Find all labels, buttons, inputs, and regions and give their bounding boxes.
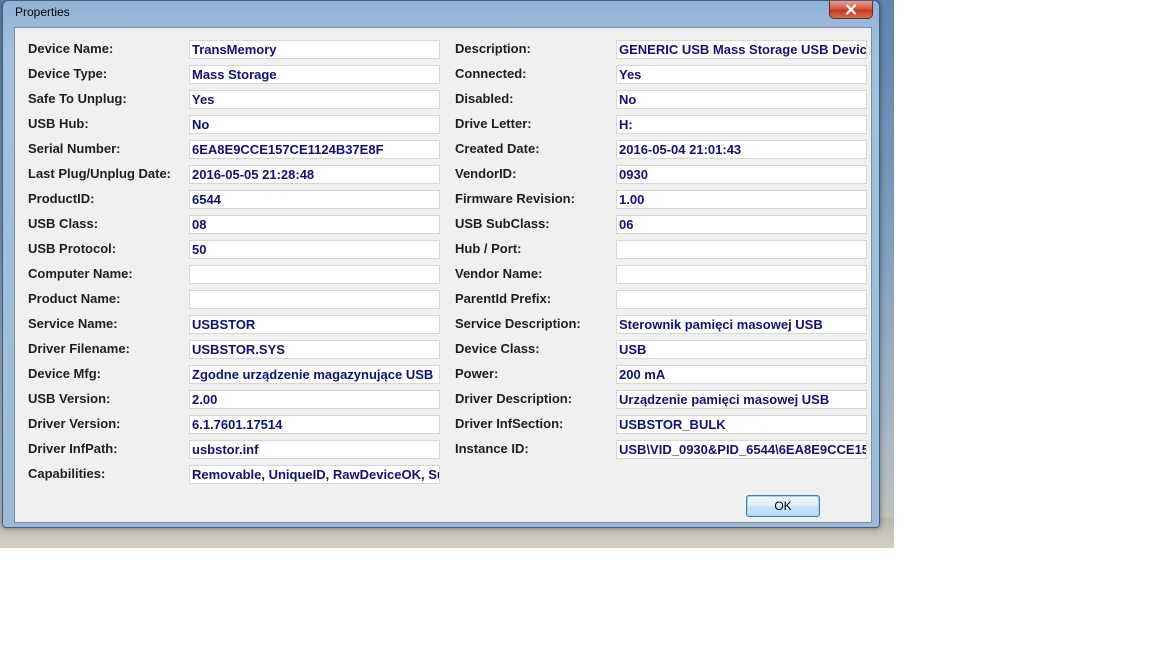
productid-label: ProductID:: [28, 191, 95, 206]
usb-protocol-label: USB Protocol:: [28, 241, 117, 256]
ok-button[interactable]: OK: [746, 495, 820, 517]
device-name-field[interactable]: TransMemory: [189, 40, 440, 59]
instance-id-label: Instance ID:: [455, 441, 529, 456]
safe-to-unplug-label: Safe To Unplug:: [28, 91, 127, 106]
description-field[interactable]: GENERIC USB Mass Storage USB Device: [616, 40, 867, 59]
drive-letter-label: Drive Letter:: [455, 116, 532, 131]
close-button[interactable]: [829, 1, 873, 19]
driver-filename-field[interactable]: USBSTOR.SYS: [189, 340, 440, 359]
device-mfg-field[interactable]: Zgodne urządzenie magazynujące USB: [189, 365, 440, 384]
device-type-label: Device Type:: [28, 66, 108, 81]
computer-name-label: Computer Name:: [28, 266, 133, 281]
driver-description-label: Driver Description:: [455, 391, 573, 406]
driver-infsection-field[interactable]: USBSTOR_BULK: [616, 415, 867, 434]
device-class-label: Device Class:: [455, 341, 540, 356]
driver-infpath-label: Driver InfPath:: [28, 441, 118, 456]
usb-subclass-label: USB SubClass:: [455, 216, 550, 231]
vendorid-field[interactable]: 0930: [616, 165, 867, 184]
device-name-label: Device Name:: [28, 41, 114, 56]
safe-to-unplug-field[interactable]: Yes: [189, 90, 440, 109]
last-plug-unplug-date-field[interactable]: 2016-05-05 21:28:48: [189, 165, 440, 184]
product-name-field[interactable]: [189, 290, 440, 309]
screen: Properties OK Device Name: TransMemory Dev…: [0, 0, 1152, 648]
device-type-field[interactable]: Mass Storage: [189, 65, 440, 84]
driver-version-field[interactable]: 6.1.7601.17514: [189, 415, 440, 434]
service-description-field[interactable]: Sterownik pamięci masowej USB: [616, 315, 867, 334]
serial-number-field[interactable]: 6EA8E9CCE157CE1124B37E8F: [189, 140, 440, 159]
driver-version-label: Driver Version:: [28, 416, 121, 431]
driver-infsection-label: Driver InfSection:: [455, 416, 564, 431]
parentid-prefix-field[interactable]: [616, 290, 867, 309]
power-label: Power:: [455, 366, 499, 381]
usb-version-label: USB Version:: [28, 391, 111, 406]
usb-hub-field[interactable]: No: [189, 115, 440, 134]
usb-version-field[interactable]: 2.00: [189, 390, 440, 409]
vendorid-label: VendorID:: [455, 166, 517, 181]
instance-id-field[interactable]: USB\VID_0930&PID_6544\6EA8E9CCE157CE1124…: [616, 440, 867, 459]
usb-hub-label: USB Hub:: [28, 116, 89, 131]
usb-protocol-field[interactable]: 50: [189, 240, 440, 259]
created-date-label: Created Date:: [455, 141, 540, 156]
driver-description-field[interactable]: Urządzenie pamięci masowej USB: [616, 390, 867, 409]
service-description-label: Service Description:: [455, 316, 581, 331]
window-title: Properties: [15, 5, 70, 19]
title-bar[interactable]: Properties: [3, 1, 879, 25]
serial-number-label: Serial Number:: [28, 141, 121, 156]
vendor-name-label: Vendor Name:: [455, 266, 543, 281]
service-name-field[interactable]: USBSTOR: [189, 315, 440, 334]
driver-infpath-field[interactable]: usbstor.inf: [189, 440, 440, 459]
disabled-field[interactable]: No: [616, 90, 867, 109]
last-plug-unplug-date-label: Last Plug/Unplug Date:: [28, 166, 171, 181]
parentid-prefix-label: ParentId Prefix:: [455, 291, 552, 306]
power-field[interactable]: 200 mA: [616, 365, 867, 384]
usb-subclass-field[interactable]: 06: [616, 215, 867, 234]
firmware-revision-field[interactable]: 1.00: [616, 190, 867, 209]
hub-port-field[interactable]: [616, 240, 867, 259]
service-name-label: Service Name:: [28, 316, 118, 331]
close-icon: [845, 4, 857, 15]
drive-letter-field[interactable]: H:: [616, 115, 867, 134]
connected-field[interactable]: Yes: [616, 65, 867, 84]
properties-panel: OK Device Name: TransMemory Device Type: Ma…: [14, 27, 872, 523]
device-mfg-label: Device Mfg:: [28, 366, 101, 381]
computer-name-field[interactable]: [189, 265, 440, 284]
product-name-label: Product Name:: [28, 291, 121, 306]
device-class-field[interactable]: USB: [616, 340, 867, 359]
capabilities-field[interactable]: Removable, UniqueID, RawDeviceOK, Surpri…: [189, 465, 440, 484]
driver-filename-label: Driver Filename:: [28, 341, 130, 356]
disabled-label: Disabled:: [455, 91, 514, 106]
usb-class-field[interactable]: 08: [189, 215, 440, 234]
description-label: Description:: [455, 41, 531, 56]
connected-label: Connected:: [455, 66, 527, 81]
hub-port-label: Hub / Port:: [455, 241, 522, 256]
properties-window: Properties OK Device Name: TransMemory Dev…: [2, 0, 880, 528]
capabilities-label: Capabilities:: [28, 466, 106, 481]
usb-class-label: USB Class:: [28, 216, 99, 231]
vendor-name-field[interactable]: [616, 265, 867, 284]
productid-field[interactable]: 6544: [189, 190, 440, 209]
created-date-field[interactable]: 2016-05-04 21:01:43: [616, 140, 867, 159]
firmware-revision-label: Firmware Revision:: [455, 191, 575, 206]
